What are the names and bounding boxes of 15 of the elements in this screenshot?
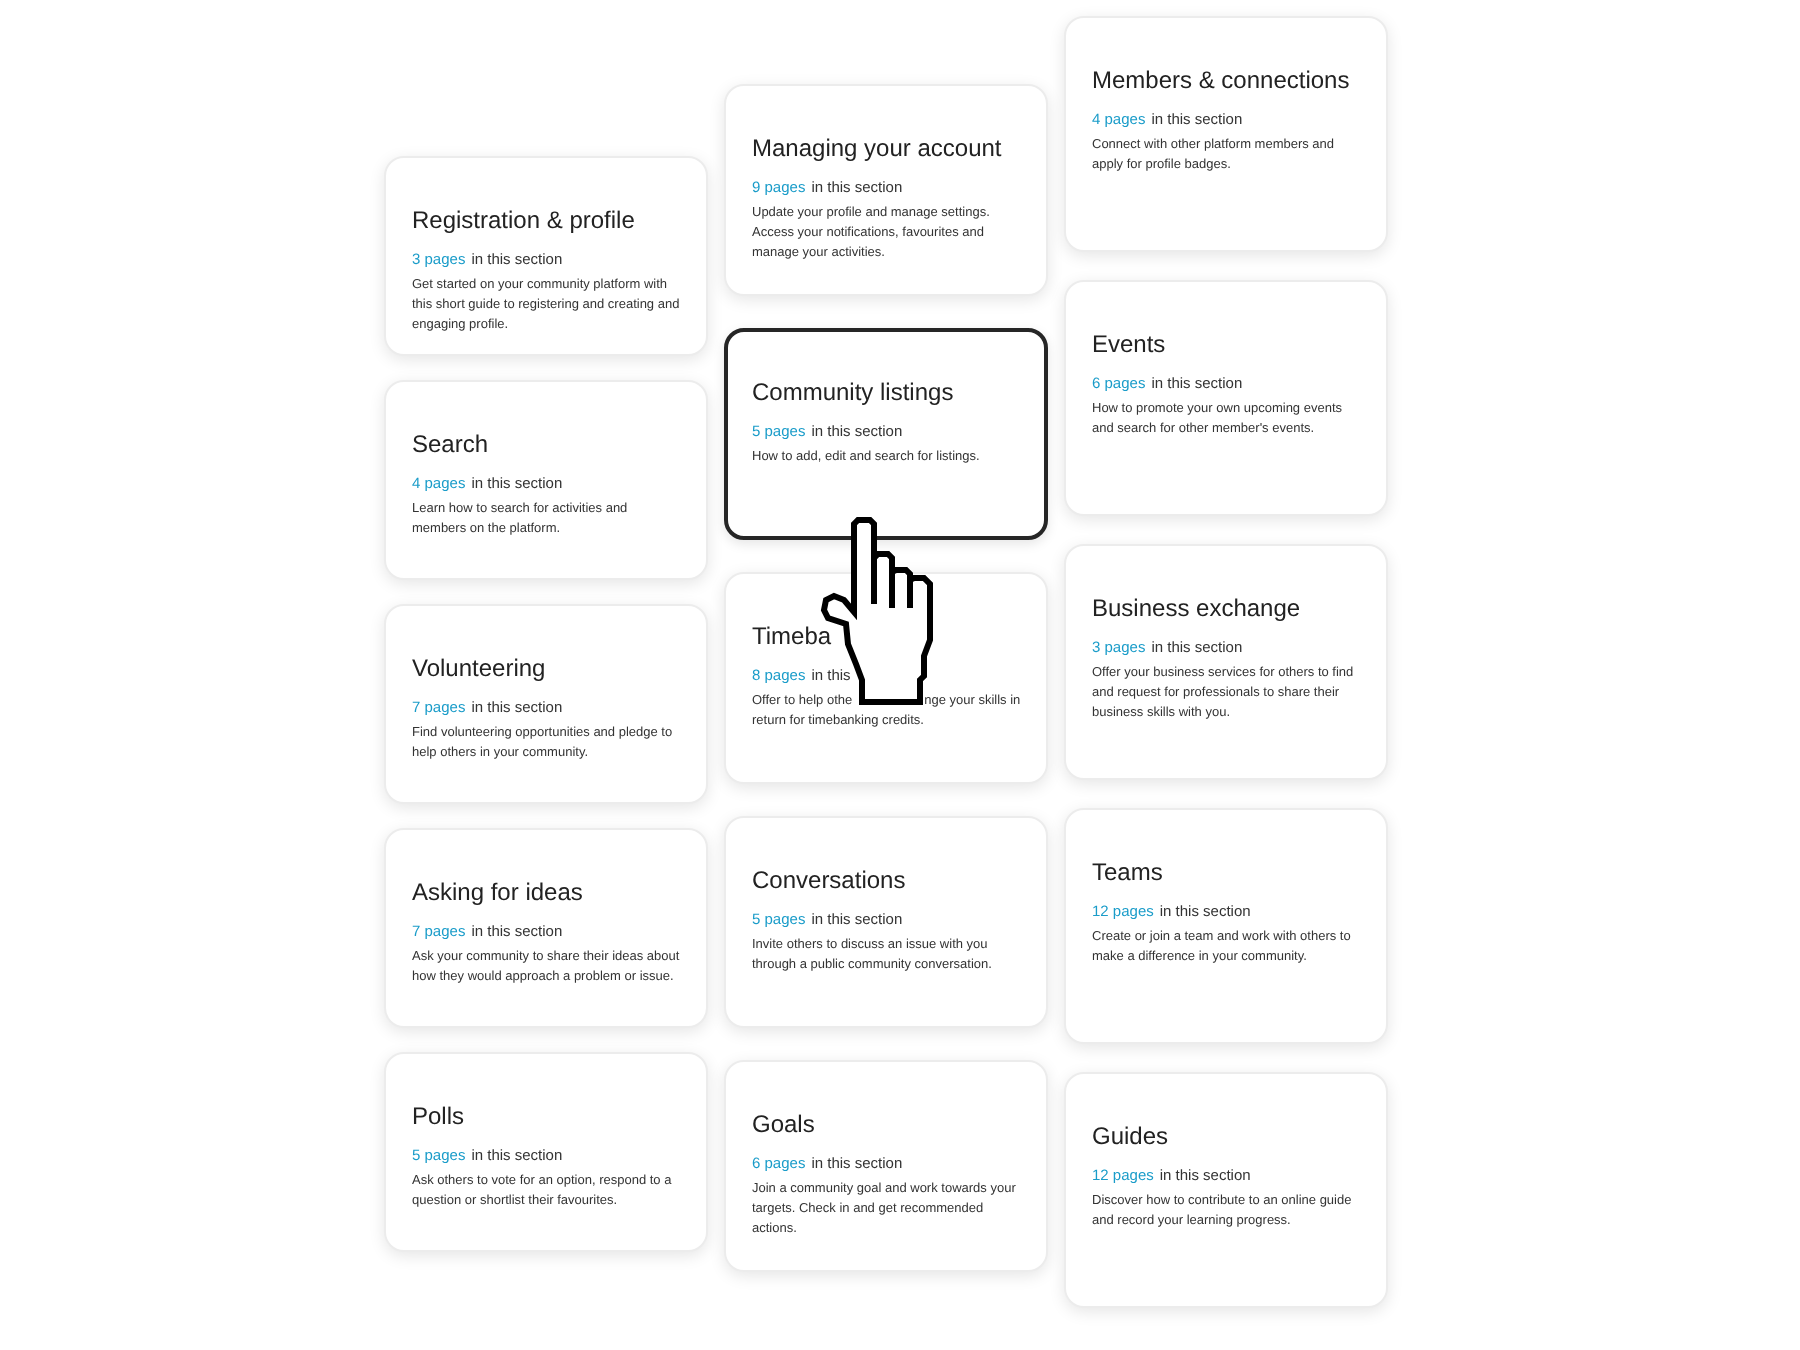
section-title: Managing your account — [752, 134, 1002, 164]
section-title: Members & connections — [1092, 66, 1350, 96]
section-title: Teams — [1092, 858, 1163, 888]
section-title: Goals — [752, 1110, 815, 1140]
section-title: Registration & profile — [412, 206, 635, 236]
section-title: Events — [1092, 330, 1166, 360]
section-title: Search — [412, 430, 489, 460]
section-title: Asking for ideas — [412, 878, 583, 908]
section-title: Polls — [412, 1102, 465, 1132]
section-title: Timeba — [752, 622, 832, 652]
section-title: Volunteering — [412, 654, 546, 684]
section-title: Guides — [1092, 1122, 1169, 1152]
section-title: Community listings — [752, 378, 954, 408]
section-title: Conversations — [752, 866, 906, 896]
section-title: Business exchange — [1092, 594, 1301, 624]
